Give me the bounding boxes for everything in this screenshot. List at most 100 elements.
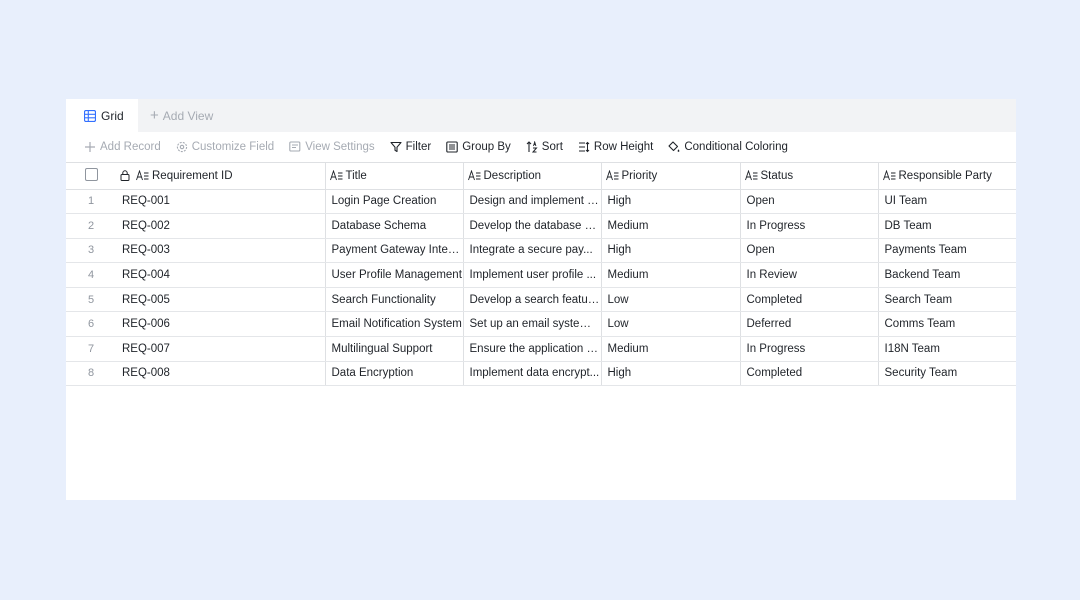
group-icon (446, 141, 458, 153)
cell-description[interactable]: Design and implement a... (462, 189, 601, 215)
table-row[interactable]: 7 REQ-007 Multilingual Support Ensure th… (66, 336, 1016, 362)
settings-icon (289, 141, 301, 153)
table-row[interactable]: 3 REQ-003 Payment Gateway Integ... Integ… (66, 238, 1016, 264)
cell-title[interactable]: Login Page Creation (324, 189, 463, 215)
column-header-requirement-id[interactable]: Requirement ID (116, 163, 325, 190)
cell-requirement-id[interactable]: REQ-002 (116, 213, 325, 239)
filter-label: Filter (405, 141, 432, 153)
cell-title[interactable]: User Profile Management (324, 262, 463, 288)
cell-requirement-id[interactable]: REQ-005 (116, 287, 325, 313)
cell-description[interactable]: Develop the database sc... (462, 213, 601, 239)
cell-status[interactable]: In Review (739, 262, 878, 288)
text-field-icon (744, 170, 758, 181)
group-by-label: Group By (462, 141, 511, 153)
add-view-label: Add View (162, 108, 214, 123)
cell-description[interactable]: Ensure the application s... (462, 336, 601, 362)
column-title: Description (483, 169, 542, 182)
view-settings-button[interactable]: View Settings (289, 141, 375, 153)
cell-priority[interactable]: High (600, 238, 740, 264)
cell-responsible-party[interactable]: Payments Team (877, 238, 1016, 264)
table-row[interactable]: 1 REQ-001 Login Page Creation Design and… (66, 189, 1016, 215)
row-height-button[interactable]: Row Height (578, 141, 653, 153)
cell-title[interactable]: Database Schema (324, 213, 463, 239)
tab-grid[interactable]: Grid (66, 99, 138, 132)
cell-requirement-id[interactable]: REQ-007 (116, 336, 325, 362)
cell-description[interactable]: Implement user profile ... (462, 262, 601, 288)
sort-button[interactable]: Sort (526, 141, 563, 153)
cell-title[interactable]: Payment Gateway Integ... (324, 238, 463, 264)
cell-priority[interactable]: Low (600, 311, 740, 338)
cell-requirement-id[interactable]: REQ-008 (116, 361, 325, 387)
plus-icon (84, 141, 96, 153)
table-panel: Grid + Add View Add Record Customize Fie… (66, 99, 1016, 500)
row-height-label: Row Height (593, 141, 654, 153)
column-header-responsible-party[interactable]: Responsible Party (877, 163, 1016, 190)
cell-responsible-party[interactable]: Comms Team (877, 311, 1016, 338)
add-view-button[interactable]: + Add View (150, 99, 213, 132)
cell-priority[interactable]: Medium (600, 262, 740, 288)
cell-title[interactable]: Email Notification System (324, 311, 463, 338)
text-field-icon (605, 170, 619, 181)
view-settings-label: View Settings (305, 141, 375, 153)
cell-status[interactable]: In Progress (739, 336, 878, 362)
cell-status[interactable]: Open (739, 238, 878, 264)
cell-description[interactable]: Develop a search featur... (462, 287, 601, 313)
cell-priority[interactable]: High (600, 189, 740, 215)
cell-status[interactable]: Completed (739, 287, 878, 313)
column-header-status[interactable]: Status (739, 163, 878, 190)
table-body: 1 REQ-001 Login Page Creation Design and… (66, 189, 1016, 387)
toolbar: Add Record Customize Field View Settings… (66, 132, 1016, 163)
table-row[interactable]: 4 REQ-004 User Profile Management Implem… (66, 262, 1016, 288)
select-all-cell[interactable] (66, 163, 116, 190)
column-title: Responsible Party (898, 169, 992, 182)
text-field-icon (467, 170, 481, 181)
cell-responsible-party[interactable]: UI Team (877, 189, 1016, 215)
cell-title[interactable]: Search Functionality (324, 287, 463, 313)
cell-status[interactable]: Deferred (739, 311, 878, 338)
customize-field-label: Customize Field (191, 141, 275, 153)
row-number: 4 (66, 262, 116, 288)
cell-description[interactable]: Implement data encrypt... (462, 361, 601, 387)
tab-grid-label: Grid (101, 108, 124, 123)
cell-status[interactable]: In Progress (739, 213, 878, 239)
cell-requirement-id[interactable]: REQ-003 (116, 238, 325, 264)
table-row[interactable]: 8 REQ-008 Data Encryption Implement data… (66, 361, 1016, 387)
cell-requirement-id[interactable]: REQ-001 (116, 189, 325, 215)
cell-status[interactable]: Completed (739, 361, 878, 387)
add-record-label: Add Record (100, 141, 161, 153)
records-table: Requirement ID Title Description Priorit… (66, 163, 1016, 387)
cell-requirement-id[interactable]: REQ-006 (116, 311, 325, 338)
cell-priority[interactable]: Low (600, 287, 740, 313)
cell-responsible-party[interactable]: Search Team (877, 287, 1016, 313)
conditional-coloring-label: Conditional Coloring (684, 141, 788, 153)
select-all-checkbox[interactable] (84, 167, 98, 181)
cell-requirement-id[interactable]: REQ-004 (116, 262, 325, 288)
cell-description[interactable]: Set up an email system ... (462, 311, 601, 338)
cell-priority[interactable]: Medium (600, 336, 740, 362)
cell-status[interactable]: Open (739, 189, 878, 215)
cell-description[interactable]: Integrate a secure pay... (462, 238, 601, 264)
column-header-description[interactable]: Description (462, 163, 601, 190)
table-row[interactable]: 6 REQ-006 Email Notification System Set … (66, 311, 1016, 338)
cell-responsible-party[interactable]: Backend Team (877, 262, 1016, 288)
customize-field-button[interactable]: Customize Field (176, 141, 274, 153)
conditional-coloring-button[interactable]: Conditional Coloring (668, 141, 788, 153)
cell-priority[interactable]: Medium (600, 213, 740, 239)
cell-title[interactable]: Multilingual Support (324, 336, 463, 362)
column-header-priority[interactable]: Priority (600, 163, 740, 190)
cell-responsible-party[interactable]: Security Team (877, 361, 1016, 387)
table-row[interactable]: 5 REQ-005 Search Functionality Develop a… (66, 287, 1016, 313)
column-title: Requirement ID (152, 169, 233, 182)
filter-button[interactable]: Filter (390, 141, 432, 153)
cell-responsible-party[interactable]: DB Team (877, 213, 1016, 239)
cell-title[interactable]: Data Encryption (324, 361, 463, 387)
sort-icon (526, 141, 538, 153)
column-title: Status (760, 169, 794, 182)
cell-priority[interactable]: High (600, 361, 740, 387)
column-header-title[interactable]: Title (324, 163, 463, 190)
sort-label: Sort (541, 141, 563, 153)
add-record-button[interactable]: Add Record (84, 141, 161, 153)
cell-responsible-party[interactable]: I18N Team (877, 336, 1016, 362)
table-row[interactable]: 2 REQ-002 Database Schema Develop the da… (66, 213, 1016, 239)
group-by-button[interactable]: Group By (446, 141, 511, 153)
